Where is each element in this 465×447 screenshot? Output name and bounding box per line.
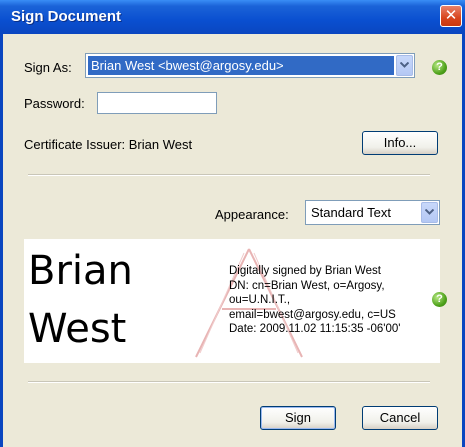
cancel-button[interactable]: Cancel: [362, 406, 438, 430]
sign-as-value: Brian West <bwest@argosy.edu>: [88, 56, 394, 75]
certificate-issuer-text: Certificate Issuer: Brian West: [24, 137, 193, 152]
signature-detail-line: ou=U.N.I.T.,: [229, 294, 291, 306]
appearance-value: Standard Text: [311, 205, 391, 220]
signature-detail-line: email=bwest@argosy.edu, c=US: [229, 308, 396, 321]
chevron-down-icon: [400, 62, 409, 68]
sign-as-help-icon[interactable]: ?: [432, 60, 447, 75]
appearance-help-icon[interactable]: ?: [432, 292, 447, 307]
password-field[interactable]: [97, 92, 217, 114]
signature-preview: Brian West Digitally signed by Brian Wes…: [24, 239, 440, 363]
appearance-label: Appearance:: [215, 207, 289, 222]
title-bar: Sign Document ✕: [0, 0, 465, 34]
password-label: Password:: [24, 96, 85, 111]
divider: [28, 381, 430, 383]
sign-as-label: Sign As:: [24, 60, 72, 75]
window-title: Sign Document: [11, 8, 122, 25]
signature-detail-line: Date: 2009.11.02 11:15:35 -06'00': [229, 323, 401, 335]
divider: [28, 174, 430, 176]
signature-details: Digitally signed by Brian West DN: cn=Br…: [229, 264, 401, 337]
appearance-dropdown[interactable]: Standard Text: [305, 200, 440, 225]
sign-as-dropdown-button[interactable]: [396, 55, 413, 76]
signature-name-line1: Brian: [28, 248, 133, 294]
close-icon: ✕: [444, 6, 458, 24]
chevron-down-icon: [425, 209, 434, 215]
sign-button[interactable]: Sign: [260, 406, 336, 430]
signature-detail-line: DN: cn=Brian West, o=Argosy,: [229, 279, 385, 292]
close-button[interactable]: ✕: [440, 5, 462, 27]
sign-as-dropdown[interactable]: Brian West <bwest@argosy.edu>: [85, 53, 415, 78]
signature-name-line2: West: [28, 306, 127, 352]
signature-detail-line: Digitally signed by Brian West: [229, 265, 381, 277]
appearance-dropdown-button[interactable]: [421, 202, 438, 223]
info-button[interactable]: Info...: [362, 131, 438, 155]
